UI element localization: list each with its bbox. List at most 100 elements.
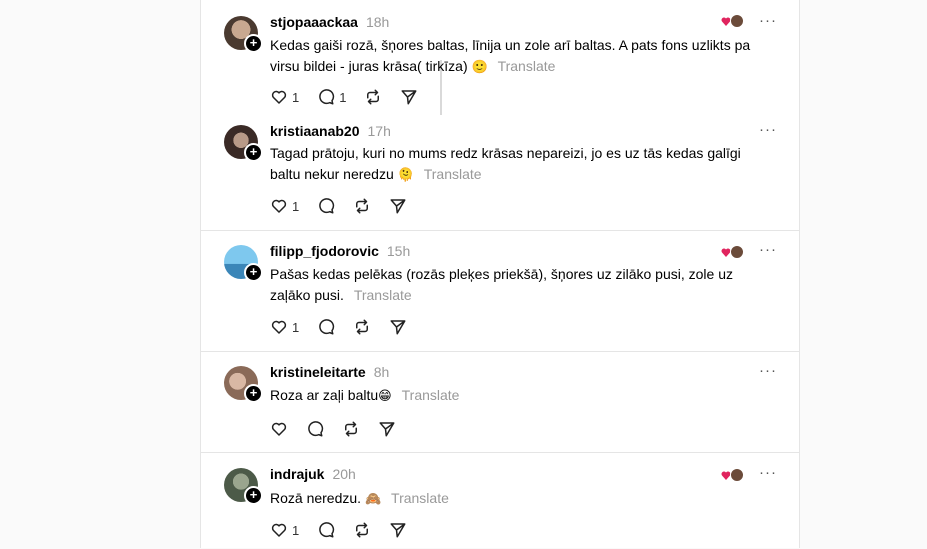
post-text-content: Roza ar zaļi baltu <box>270 387 379 403</box>
follow-plus-icon[interactable]: + <box>244 143 263 162</box>
post-text-content: Rozā neredzu. <box>270 490 362 506</box>
like-button[interactable]: 1 <box>270 318 299 336</box>
liked-by-avatars-icon[interactable] <box>721 245 745 259</box>
comment-icon <box>319 89 335 105</box>
reply-button[interactable] <box>306 420 324 438</box>
username[interactable]: filipp_fjodorovic <box>270 243 379 259</box>
repost-icon <box>356 319 369 335</box>
reply-post: + stjopaaackaa 18h ··· Kedas gaiši rozā,… <box>201 0 799 121</box>
send-icon <box>390 320 406 335</box>
timestamp[interactable]: 20h <box>332 466 355 482</box>
translate-link[interactable]: Translate <box>391 490 449 506</box>
repost-button[interactable] <box>342 420 360 438</box>
repost-button[interactable] <box>353 521 371 539</box>
username[interactable]: kristineleitarte <box>270 364 366 380</box>
reply-button[interactable] <box>317 318 335 336</box>
emoji: 😁 <box>378 388 392 403</box>
like-button[interactable]: 1 <box>270 521 299 539</box>
comment-icon <box>319 319 335 335</box>
repost-button[interactable] <box>353 318 371 336</box>
action-bar: 1 <box>270 196 425 216</box>
send-icon <box>390 199 406 214</box>
comment-icon <box>308 421 324 437</box>
post-header: kristineleitarte 8h <box>270 364 389 384</box>
action-bar: 1 <box>270 317 425 337</box>
username[interactable]: stjopaaackaa <box>270 14 358 30</box>
post-text-content: Pašas kedas pelēkas (rozās pleķes priekš… <box>270 266 733 303</box>
action-bar: 1 1 <box>270 87 436 107</box>
translate-link[interactable]: Translate <box>402 387 460 403</box>
heart-icon <box>271 320 287 334</box>
share-button[interactable] <box>378 420 396 438</box>
timestamp[interactable]: 18h <box>366 14 389 30</box>
send-icon <box>390 523 406 538</box>
follow-plus-icon[interactable]: + <box>244 34 263 53</box>
like-count: 1 <box>292 89 300 105</box>
more-options-icon[interactable]: ··· <box>759 241 777 258</box>
translate-link[interactable]: Translate <box>424 166 482 182</box>
username[interactable]: kristiaanab20 <box>270 123 360 139</box>
more-options-icon[interactable]: ··· <box>759 12 777 29</box>
comment-icon <box>319 522 335 538</box>
translate-link[interactable]: Translate <box>498 58 556 74</box>
post-text: Tagad prātoju, kuri no mums redz krāsas … <box>270 143 775 185</box>
repost-icon <box>367 89 380 105</box>
liked-by-avatars-icon[interactable] <box>721 468 745 482</box>
follow-plus-icon[interactable]: + <box>244 384 263 403</box>
post-text: Kedas gaiši rozā, šņores baltas, līnija … <box>270 35 775 77</box>
more-options-icon[interactable]: ··· <box>759 464 777 481</box>
repost-button[interactable] <box>353 197 371 215</box>
post-text: Roza ar zaļi baltu😁 Translate <box>270 385 775 406</box>
more-options-icon[interactable]: ··· <box>759 121 777 138</box>
more-options-icon[interactable]: ··· <box>759 362 777 379</box>
reply-post: + kristiaanab20 17h ··· Tagad prātoju, k… <box>201 121 799 230</box>
reply-post: + indrajuk 20h ··· Rozā neredzu. 🙈 Trans… <box>201 452 799 549</box>
reply-button[interactable]: 1 <box>317 88 346 106</box>
post-header: filipp_fjodorovic 15h <box>270 243 410 263</box>
share-button[interactable] <box>389 318 407 336</box>
post-text: Rozā neredzu. 🙈 Translate <box>270 488 775 509</box>
follow-plus-icon[interactable]: + <box>244 486 263 505</box>
action-bar: 1 <box>270 520 425 540</box>
post-header: indrajuk 20h <box>270 466 356 486</box>
translate-link[interactable]: Translate <box>354 287 412 303</box>
follow-plus-icon[interactable]: + <box>244 263 263 282</box>
reply-post: + kristineleitarte 8h ··· Roza ar zaļi b… <box>201 351 799 452</box>
reply-count: 1 <box>339 89 347 105</box>
post-text-content: Tagad prātoju, kuri no mums redz krāsas … <box>270 145 741 182</box>
repost-icon <box>345 421 357 437</box>
replies-feed: + stjopaaackaa 18h ··· Kedas gaiši rozā,… <box>200 0 800 548</box>
like-count: 1 <box>292 319 300 335</box>
like-button[interactable]: 1 <box>270 88 299 106</box>
heart-icon <box>271 422 287 436</box>
share-button[interactable] <box>389 521 407 539</box>
action-bar <box>270 419 414 439</box>
post-text: Pašas kedas pelēkas (rozās pleķes priekš… <box>270 264 775 306</box>
username[interactable]: indrajuk <box>270 466 324 482</box>
heart-icon <box>271 199 287 213</box>
heart-icon <box>271 90 287 104</box>
send-icon <box>379 422 395 437</box>
post-header: kristiaanab20 17h <box>270 123 391 143</box>
comment-icon <box>319 198 335 214</box>
emoji: 🫠 <box>397 167 414 182</box>
emoji: 🙂 <box>471 59 488 74</box>
emoji: 🙈 <box>364 491 382 506</box>
liked-by-avatars-icon[interactable] <box>721 14 745 28</box>
repost-button[interactable] <box>364 88 382 106</box>
reply-button[interactable] <box>317 197 335 215</box>
share-button[interactable] <box>389 197 407 215</box>
post-header: stjopaaackaa 18h <box>270 14 389 34</box>
like-button[interactable] <box>270 420 288 438</box>
reply-post: + filipp_fjodorovic 15h ··· Pašas kedas … <box>201 230 799 351</box>
repost-icon <box>356 522 369 538</box>
repost-icon <box>356 198 369 214</box>
timestamp[interactable]: 17h <box>368 123 391 139</box>
timestamp[interactable]: 8h <box>374 364 390 380</box>
share-button[interactable] <box>400 88 418 106</box>
timestamp[interactable]: 15h <box>387 243 410 259</box>
reply-button[interactable] <box>317 521 335 539</box>
send-icon <box>401 90 417 105</box>
like-button[interactable]: 1 <box>270 197 299 215</box>
heart-icon <box>271 523 287 537</box>
